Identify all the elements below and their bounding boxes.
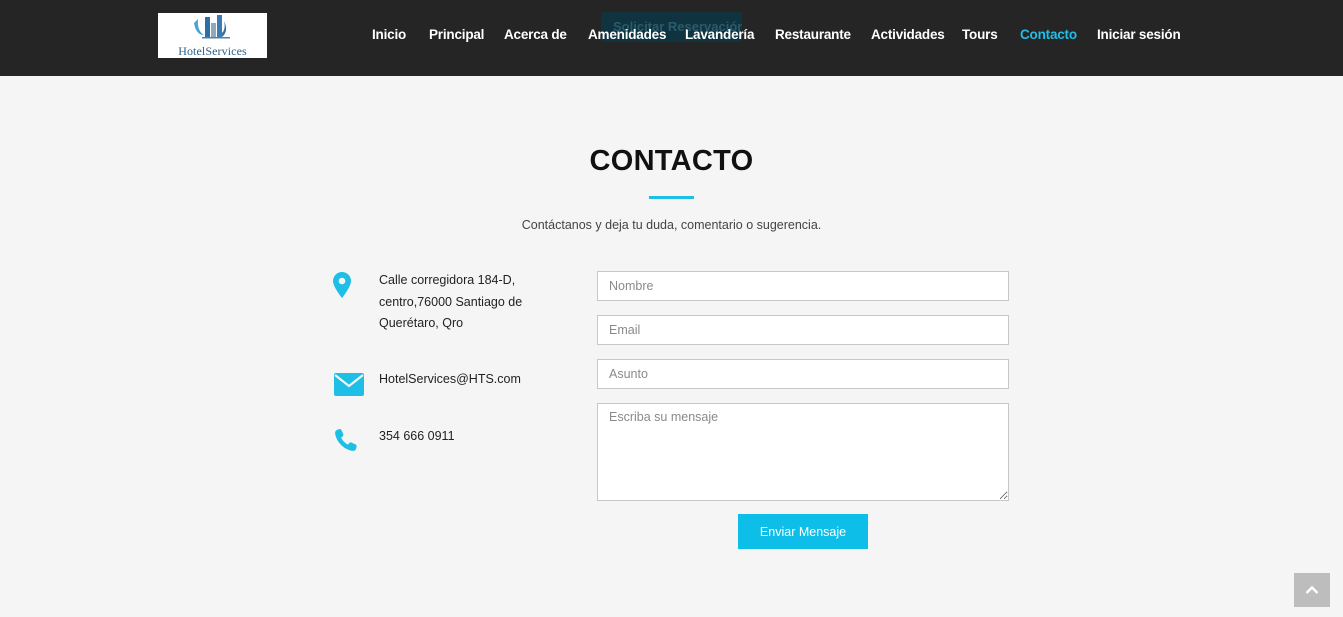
nav-item-acerca-de[interactable]: Acerca de — [504, 27, 567, 42]
logo-text: HotelServices — [178, 44, 247, 58]
nav-item-inicio[interactable]: Inicio — [372, 27, 406, 42]
envelope-icon — [334, 373, 364, 401]
nav-item-iniciar-sesion[interactable]: Iniciar sesión — [1097, 27, 1181, 42]
title-underline — [649, 196, 694, 199]
email-text: HotelServices@HTS.com — [379, 372, 521, 386]
name-input[interactable] — [597, 271, 1009, 301]
nav-item-lavanderia[interactable]: Lavandería — [685, 27, 754, 42]
nav-item-actividades[interactable]: Actividades — [871, 27, 945, 42]
send-message-button[interactable]: Enviar Mensaje — [738, 514, 868, 549]
chevron-up-icon — [1305, 585, 1319, 594]
nav-item-amenidades[interactable]: Amenidades — [588, 27, 666, 42]
scroll-to-top-button[interactable] — [1294, 573, 1330, 607]
address-line: centro,76000 Santiago de — [379, 294, 523, 309]
phone-text: 354 666 0911 — [379, 429, 455, 443]
nav-item-principal[interactable]: Principal — [429, 27, 484, 42]
nav-item-restaurante[interactable]: Restaurante — [775, 27, 851, 42]
address-text: Calle corregidora 184-D, centro,76000 Sa… — [379, 270, 549, 335]
address-line: Calle corregidora 184-D, — [379, 273, 516, 287]
page-title: CONTACTO — [589, 145, 754, 177]
subject-input[interactable] — [597, 359, 1009, 389]
hotel-logo[interactable]: HotelServices — [158, 13, 267, 58]
map-pin-icon — [333, 272, 351, 303]
phone-icon — [334, 428, 358, 457]
nav-item-contacto[interactable]: Contacto — [1020, 27, 1077, 42]
site-header: HotelServices Solicitar Reservación Inic… — [0, 0, 1343, 76]
page-subtitle: Contáctanos y deja tu duda, comentario o… — [521, 218, 822, 232]
address-line: Querétaro, Qro — [379, 316, 464, 330]
email-input[interactable] — [597, 315, 1009, 345]
message-textarea[interactable] — [597, 403, 1009, 501]
nav-item-tours[interactable]: Tours — [962, 27, 998, 42]
